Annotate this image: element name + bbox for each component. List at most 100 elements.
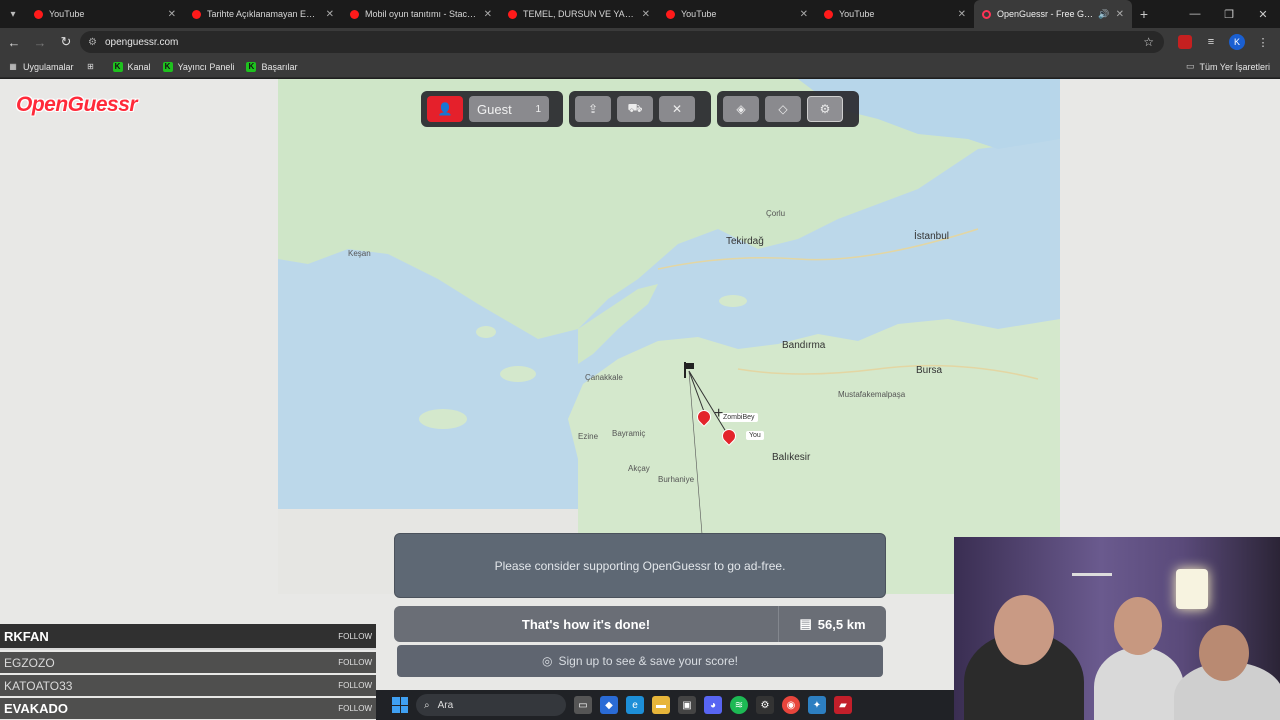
bookmark-kanal[interactable]: K Kanal <box>112 61 151 72</box>
user-button[interactable]: 👤 <box>427 96 463 122</box>
swords-button[interactable]: ✕ <box>659 96 695 122</box>
minimize-icon[interactable]: — <box>1178 0 1212 28</box>
copilot-icon[interactable]: ◆ <box>600 696 618 714</box>
car-button[interactable]: ⛟ <box>617 96 653 122</box>
ad-message: Please consider supporting OpenGuessr to… <box>494 558 786 573</box>
streaming-app-icon[interactable]: ▰ <box>834 696 852 714</box>
youtube-favicon-icon <box>666 9 675 19</box>
media-controls-icon[interactable]: ≡ <box>1200 31 1222 53</box>
discord-icon[interactable]: ◕ <box>704 696 722 714</box>
close-window-icon[interactable]: ✕ <box>1246 0 1280 28</box>
back-arrow-icon[interactable]: ← <box>2 30 26 54</box>
grid-icon: ⊞ <box>87 62 94 71</box>
chrome-icon[interactable]: ◉ <box>782 696 800 714</box>
guest-badge[interactable]: Guest 1 <box>469 96 549 122</box>
windows-start-icon[interactable] <box>392 697 408 713</box>
island-lesbos <box>419 409 467 429</box>
browser-tab-5[interactable]: YouTube ✕ <box>658 0 816 28</box>
profile-avatar[interactable]: K <box>1226 31 1248 53</box>
taskbar-search[interactable]: ⌕ Ara <box>416 694 566 716</box>
follower-tag: FOLLOW <box>338 681 372 690</box>
layers-icon: ◈ <box>736 102 746 116</box>
file-explorer-icon[interactable]: ▬ <box>652 696 670 714</box>
settings-group: ◈ ◇ ⚙ <box>717 91 859 127</box>
settings-button[interactable]: ⚙ <box>807 96 843 122</box>
browser-tab-4[interactable]: TEMEL, DURSUN VE YAMYAML ✕ <box>500 0 658 28</box>
map-label: Balıkesir <box>772 452 811 463</box>
tab-close-icon[interactable]: ✕ <box>326 9 334 20</box>
site-info-icon[interactable]: ⚙ <box>88 37 97 48</box>
bookmarks-bar: ▦ Uygulamalar ⊞ K Kanal K Yayıncı Paneli… <box>0 56 1280 78</box>
map-label: Burhaniye <box>658 475 695 484</box>
follower-row: RKFAN FOLLOW <box>0 624 376 650</box>
follower-row: EGZOZO FOLLOW <box>0 652 376 673</box>
forward-arrow-icon[interactable]: → <box>28 30 52 54</box>
tab-close-icon[interactable]: ✕ <box>484 9 492 20</box>
guest-count: 1 <box>535 103 541 115</box>
layers-outline-button[interactable]: ◇ <box>765 96 801 122</box>
webcam-shelf <box>1072 573 1112 576</box>
upload-icon: ⇪ <box>587 102 599 116</box>
follower-tag: FOLLOW <box>338 658 372 667</box>
kick-logo-icon: K <box>112 61 123 72</box>
bookmark-star-icon[interactable]: ☆ <box>1143 35 1154 49</box>
follower-row: EVAKADO FOLLOW <box>0 698 376 719</box>
result-row: That's how it's done! ▤ 56,5 km <box>394 606 886 642</box>
restore-icon[interactable]: ❐ <box>1212 0 1246 28</box>
browser-tab-2[interactable]: Tarihte Açıklanamayan En Şaşırt ✕ <box>184 0 342 28</box>
spotify-icon[interactable]: ≋ <box>730 696 748 714</box>
cursor-crosshair-icon: + <box>714 405 724 422</box>
new-tab-button[interactable]: + <box>1132 6 1156 22</box>
bookmark-label: Kanal <box>127 61 151 72</box>
bookmark-basarilar[interactable]: K Başarılar <box>246 61 297 72</box>
window-controls: — ❐ ✕ <box>1178 0 1280 28</box>
tab-title: YouTube <box>49 9 85 19</box>
webcam-overlay <box>954 537 1280 720</box>
signup-button[interactable]: ◎ Sign up to see & save your score! <box>397 645 883 677</box>
map-label: Mustafakemalpaşa <box>838 390 906 399</box>
tab-title: Tarihte Açıklanamayan En Şaşırt <box>207 9 320 19</box>
user-icon: 👤 <box>437 102 453 116</box>
bookmark-grid[interactable]: ⊞ <box>86 62 101 72</box>
follower-name: KATOATO33 <box>4 678 73 693</box>
tab-title: YouTube <box>681 9 717 19</box>
openguessr-logo[interactable]: OpenGuessr <box>16 93 138 117</box>
edge-icon[interactable]: e <box>626 696 644 714</box>
tab-close-icon[interactable]: ✕ <box>800 9 808 20</box>
layers-button[interactable]: ◈ <box>723 96 759 122</box>
tab-close-icon[interactable]: ✕ <box>642 9 650 20</box>
result-map[interactable]: İstanbul Tekirdağ Çorlu Bandırma Bursa Ç… <box>278 79 1060 594</box>
ruler-icon: ▤ <box>799 616 812 631</box>
more-menu-icon[interactable]: ⋮ <box>1252 31 1274 53</box>
settings-app-icon[interactable]: ⚙ <box>756 696 774 714</box>
layers-outline-icon: ◇ <box>778 102 788 116</box>
map-landmass <box>278 79 1060 594</box>
youtube-favicon-icon <box>508 9 517 19</box>
tab-close-icon[interactable]: ✕ <box>1116 9 1124 20</box>
tab-search-chevron-icon[interactable]: ▾ <box>0 0 26 28</box>
url-text: openguessr.com <box>104 36 179 48</box>
person-3-head <box>1199 625 1249 681</box>
browser-tab-3[interactable]: Mobil oyun tanıtımı - Stack - Y ✕ <box>342 0 500 28</box>
all-bookmarks[interactable]: ▭ Tüm Yer İşaretleri <box>1186 61 1270 72</box>
bookmark-apps[interactable]: ▦ Uygulamalar <box>8 62 73 72</box>
reload-icon[interactable]: ↻ <box>54 30 78 54</box>
bookmark-yayinci-paneli[interactable]: K Yayıncı Paneli <box>162 61 234 72</box>
store-icon[interactable]: ▣ <box>678 696 696 714</box>
browser-tab-1[interactable]: YouTube ✕ <box>26 0 184 28</box>
tab-close-icon[interactable]: ✕ <box>168 9 176 20</box>
done-button[interactable]: That's how it's done! <box>394 606 778 642</box>
browser-tab-openguessr[interactable]: OpenGuessr - Free GeoGu 🔊 ✕ <box>974 0 1132 28</box>
map-label: Ezine <box>578 432 599 441</box>
speaker-icon[interactable]: 🔊 <box>1098 9 1109 20</box>
browser-tab-6[interactable]: YouTube ✕ <box>816 0 974 28</box>
address-bar[interactable]: ⚙ openguessr.com ☆ <box>80 31 1164 53</box>
task-view-icon[interactable]: ▭ <box>574 696 592 714</box>
upload-button[interactable]: ⇪ <box>575 96 611 122</box>
tab-close-icon[interactable]: ✕ <box>958 9 966 20</box>
youtube-favicon-icon <box>824 9 833 19</box>
actual-location-flag-icon[interactable] <box>684 362 694 378</box>
follower-name: EGZOZO <box>4 655 55 670</box>
app-icon[interactable]: ✦ <box>808 696 826 714</box>
extension-icon[interactable] <box>1174 31 1196 53</box>
